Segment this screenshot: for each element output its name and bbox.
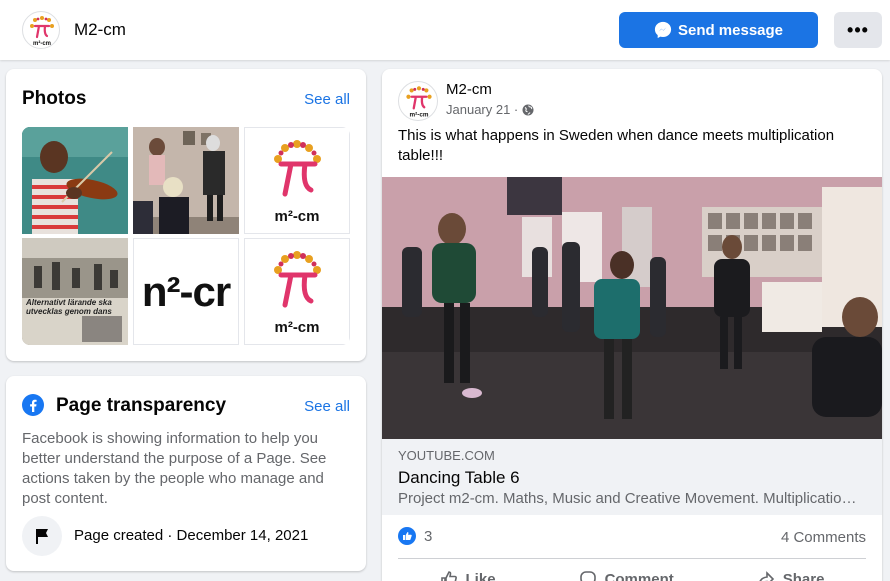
transparency-see-all-link[interactable]: See all	[304, 398, 350, 415]
post-actions: Like Comment Share	[398, 563, 866, 581]
share-button[interactable]: Share	[757, 563, 825, 581]
photo-thumbnail-text[interactable]: n²-cr	[133, 238, 239, 345]
photos-see-all-link[interactable]: See all	[304, 91, 350, 108]
photos-title: Photos	[22, 88, 87, 109]
photo-thumbnail[interactable]: Alternativt lärande ska utvecklas genom …	[22, 238, 128, 345]
facebook-icon	[22, 394, 44, 416]
page-transparency-title: Page transparency	[56, 395, 227, 416]
svg-text:m²-cm: m²-cm	[410, 112, 429, 119]
page-profile-logo[interactable]: m²-cm	[22, 11, 60, 49]
page-created-date: Page created · December 14, 2021	[74, 527, 309, 544]
m2cm-logo-icon: m²-cm	[30, 16, 54, 47]
newspaper-caption: Alternativt lärande ska utvecklas genom …	[26, 298, 112, 316]
globe-icon	[522, 104, 534, 115]
logo-caption: m²-cm	[274, 319, 320, 336]
dance-classroom-image	[382, 177, 882, 439]
share-icon	[759, 571, 774, 581]
more-options-button[interactable]: •••	[834, 12, 882, 48]
share-label: Share	[782, 570, 825, 581]
photos-card: Photos See all m²-cm Alternativt lärande…	[6, 69, 366, 361]
cropped-logo-text: n²-cr	[141, 267, 231, 315]
post-text: This is what happens in Sweden when danc…	[398, 127, 835, 164]
like-label: Like	[465, 570, 496, 581]
post-author-name[interactable]: M2-cm	[446, 81, 492, 98]
more-icon: •••	[847, 19, 869, 40]
comments-count-link[interactable]: 4 Comments	[781, 529, 866, 546]
photo-thumbnail[interactable]	[133, 127, 239, 234]
send-message-button[interactable]: Send message	[619, 12, 818, 48]
reactions-summary[interactable]: 3	[398, 527, 432, 545]
link-description: Project m2-cm. Maths, Music and Creative…	[398, 490, 858, 507]
thumbs-up-icon	[440, 571, 457, 581]
page-name[interactable]: M2-cm	[74, 20, 126, 40]
like-button[interactable]: Like	[440, 563, 496, 581]
comment-label: Comment	[604, 570, 674, 581]
transparency-description: Facebook is showing information to help …	[22, 430, 327, 507]
like-reaction-icon	[398, 527, 416, 545]
svg-text:m²-cm: m²-cm	[33, 40, 51, 47]
logo-caption: m²-cm	[274, 208, 320, 225]
m2cm-logo-icon: m²-cm	[406, 86, 432, 119]
video-thumbnail[interactable]	[382, 177, 882, 439]
photo-thumbnail-logo[interactable]: m²-cm	[244, 238, 350, 345]
comment-icon	[579, 571, 596, 581]
link-title: Dancing Table 6	[398, 468, 520, 487]
link-source: YOUTUBE.COM	[398, 448, 495, 463]
page-header-bar: m²-cm M2-cm Send message •••	[0, 0, 890, 60]
post-card: m²-cm M2-cm January 21 · This is what ha…	[382, 69, 882, 581]
flag-icon	[22, 516, 62, 556]
photo-grid: m²-cm Alternativt lärande ska utvecklas …	[22, 127, 350, 345]
photo-thumbnail-logo[interactable]: m²-cm	[244, 127, 350, 234]
post-author-avatar[interactable]: m²-cm	[398, 81, 438, 121]
link-preview[interactable]: YOUTUBE.COM Dancing Table 6 Project m2-c…	[382, 439, 882, 515]
send-message-label: Send message	[677, 21, 784, 39]
photo-thumbnail[interactable]	[22, 127, 128, 234]
post-timestamp[interactable]: January 21 ·	[446, 102, 534, 117]
page-transparency-card: Page transparency See all Facebook is sh…	[6, 376, 366, 571]
messenger-icon	[654, 21, 672, 39]
reaction-count: 3	[424, 527, 433, 545]
post-date-text: January 21 ·	[446, 102, 519, 117]
comment-button[interactable]: Comment	[579, 563, 674, 581]
actions-divider	[398, 558, 866, 559]
